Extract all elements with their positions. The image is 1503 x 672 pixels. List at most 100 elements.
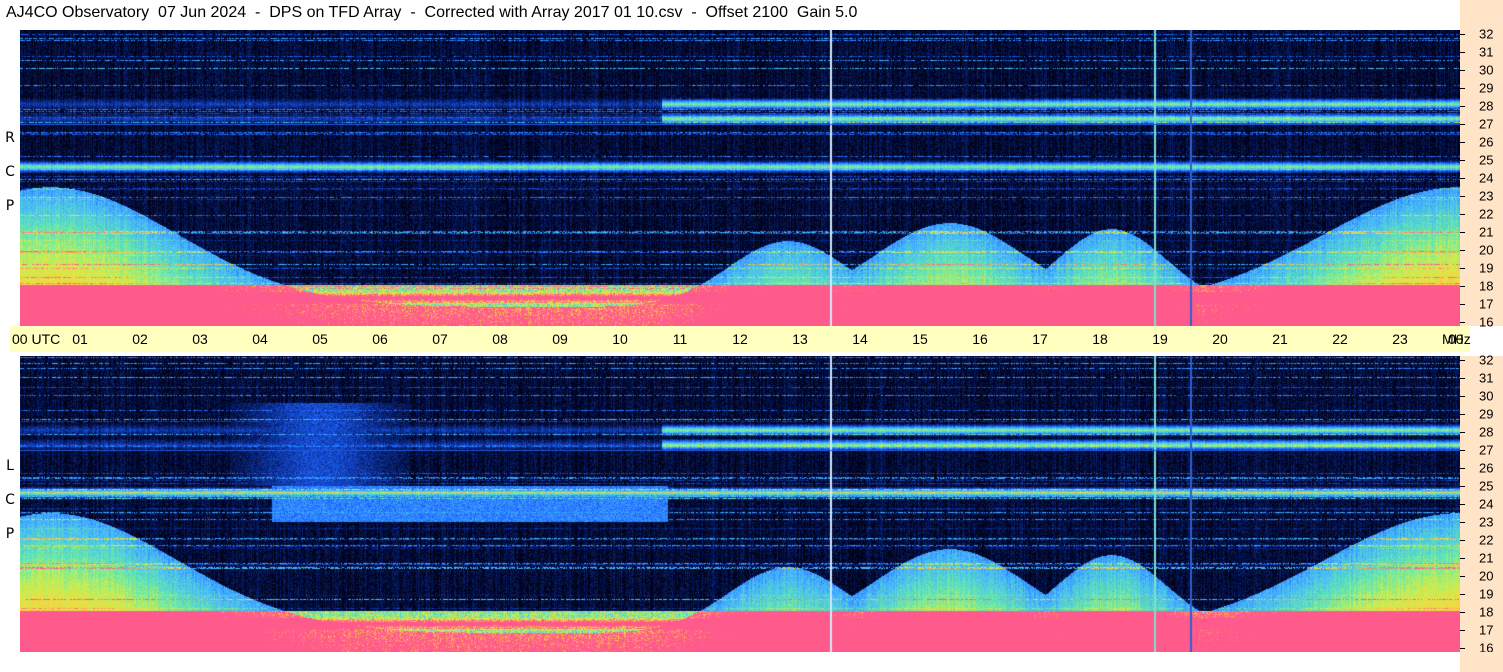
utc-tick-label: 02 [132,331,148,347]
freq-tick-label: 28 [1479,424,1494,440]
freq-tick-label: 31 [1479,44,1494,60]
freq-tick [1460,648,1465,649]
freq-tick [1460,360,1465,361]
utc-tick-label: 20 [1212,331,1228,347]
utc-tick-label: 05 [312,331,328,347]
freq-tick-label: 24 [1479,170,1494,186]
utc-tick-label: 01 [72,331,88,347]
freq-tick-label: 19 [1479,260,1494,276]
utc-tick-label: 21 [1272,331,1288,347]
freq-tick-label: 30 [1479,62,1494,78]
utc-tick-label: 00 UTC [12,331,61,347]
freq-tick [1460,414,1465,415]
freq-tick-label: 17 [1479,296,1494,312]
freq-tick-label: 24 [1479,496,1494,512]
freq-tick [1460,286,1465,287]
utc-tick-label: 18 [1092,331,1108,347]
freq-tick-label: 27 [1479,442,1494,458]
utc-tick-label: 12 [732,331,748,347]
rcp-letter-1: R [5,130,15,146]
utc-tick-label: 15 [912,331,928,347]
freq-tick [1460,70,1465,71]
freq-tick [1460,504,1465,505]
utc-tick-label: 10 [612,331,628,347]
freq-tick [1460,468,1465,469]
freq-tick [1460,432,1465,433]
rcp-letter-3: P [5,198,15,214]
freq-tick [1460,540,1465,541]
utc-tick-label: 09 [552,331,568,347]
freq-tick-label: 28 [1479,98,1494,114]
rcp-letter-2: C [5,164,15,180]
freq-tick-label: 27 [1479,116,1494,132]
freq-tick-label: 30 [1479,388,1494,404]
freq-tick-label: 22 [1479,206,1494,222]
utc-tick-label: 14 [852,331,868,347]
freq-tick [1460,268,1465,269]
utc-tick-label: 23 [1392,331,1408,347]
freq-tick [1460,196,1465,197]
freq-tick [1460,378,1465,379]
freq-tick [1460,576,1465,577]
lcp-letter-2: C [5,492,15,508]
utc-tick-label: 06 [372,331,388,347]
freq-tick [1460,304,1465,305]
utc-tick-label: 04 [252,331,268,347]
freq-tick-label: 25 [1479,478,1494,494]
freq-tick [1460,450,1465,451]
freq-tick-label: 29 [1479,406,1494,422]
freq-tick [1460,612,1465,613]
utc-tick-label: 17 [1032,331,1048,347]
freq-tick-label: 20 [1479,568,1494,584]
freq-tick-label: 16 [1479,314,1494,330]
mhz-unit-label: MHz [1442,331,1471,347]
freq-tick-label: 26 [1479,460,1494,476]
lcp-letter-3: P [5,526,15,542]
utc-tick-label: 07 [432,331,448,347]
freq-tick-label: 18 [1479,604,1494,620]
freq-tick-label: 26 [1479,134,1494,150]
freq-axis-top-strip [1460,0,1503,30]
utc-tick-label: 11 [672,331,688,347]
utc-tick-label: 19 [1152,331,1168,347]
utc-tick-label: 03 [192,331,208,347]
freq-tick [1460,214,1465,215]
freq-tick [1460,178,1465,179]
freq-tick-label: 23 [1479,188,1494,204]
freq-tick [1460,322,1465,323]
freq-tick [1460,486,1465,487]
freq-tick [1460,34,1465,35]
lcp-spectrogram [20,356,1460,652]
freq-tick [1460,124,1465,125]
freq-tick-label: 32 [1479,352,1494,368]
freq-axis-bottom-strip [1460,652,1503,672]
chart-title: AJ4CO Observatory 07 Jun 2024 - DPS on T… [6,4,858,21]
freq-tick [1460,106,1465,107]
freq-tick-label: 19 [1479,586,1494,602]
freq-tick-label: 29 [1479,80,1494,96]
freq-tick-label: 20 [1479,242,1494,258]
freq-tick [1460,594,1465,595]
freq-tick [1460,88,1465,89]
freq-tick [1460,250,1465,251]
freq-tick-label: 31 [1479,370,1494,386]
freq-tick [1460,142,1465,143]
lcp-heatmap-canvas [20,356,1460,652]
lcp-letter-1: L [6,458,14,474]
rcp-spectrogram [20,30,1460,326]
freq-tick [1460,232,1465,233]
lcp-frequency-axis: 32 31 30 29 28 27 26 25 24 23 22 21 20 19 18 17 16 [1460,352,1503,655]
freq-tick-label: 23 [1479,514,1494,530]
utc-tick-label: 22 [1332,331,1348,347]
freq-tick-label: 22 [1479,532,1494,548]
freq-tick-label: 17 [1479,622,1494,638]
freq-tick [1460,396,1465,397]
freq-tick [1460,558,1465,559]
freq-tick-label: 21 [1479,224,1494,240]
freq-tick [1460,160,1465,161]
freq-tick-label: 25 [1479,152,1494,168]
utc-tick-label: 08 [492,331,508,347]
freq-tick-label: 32 [1479,26,1494,42]
freq-tick [1460,630,1465,631]
rcp-frequency-axis: 32 31 30 29 28 27 26 25 24 23 22 21 20 19 18 17 16 [1460,26,1503,330]
